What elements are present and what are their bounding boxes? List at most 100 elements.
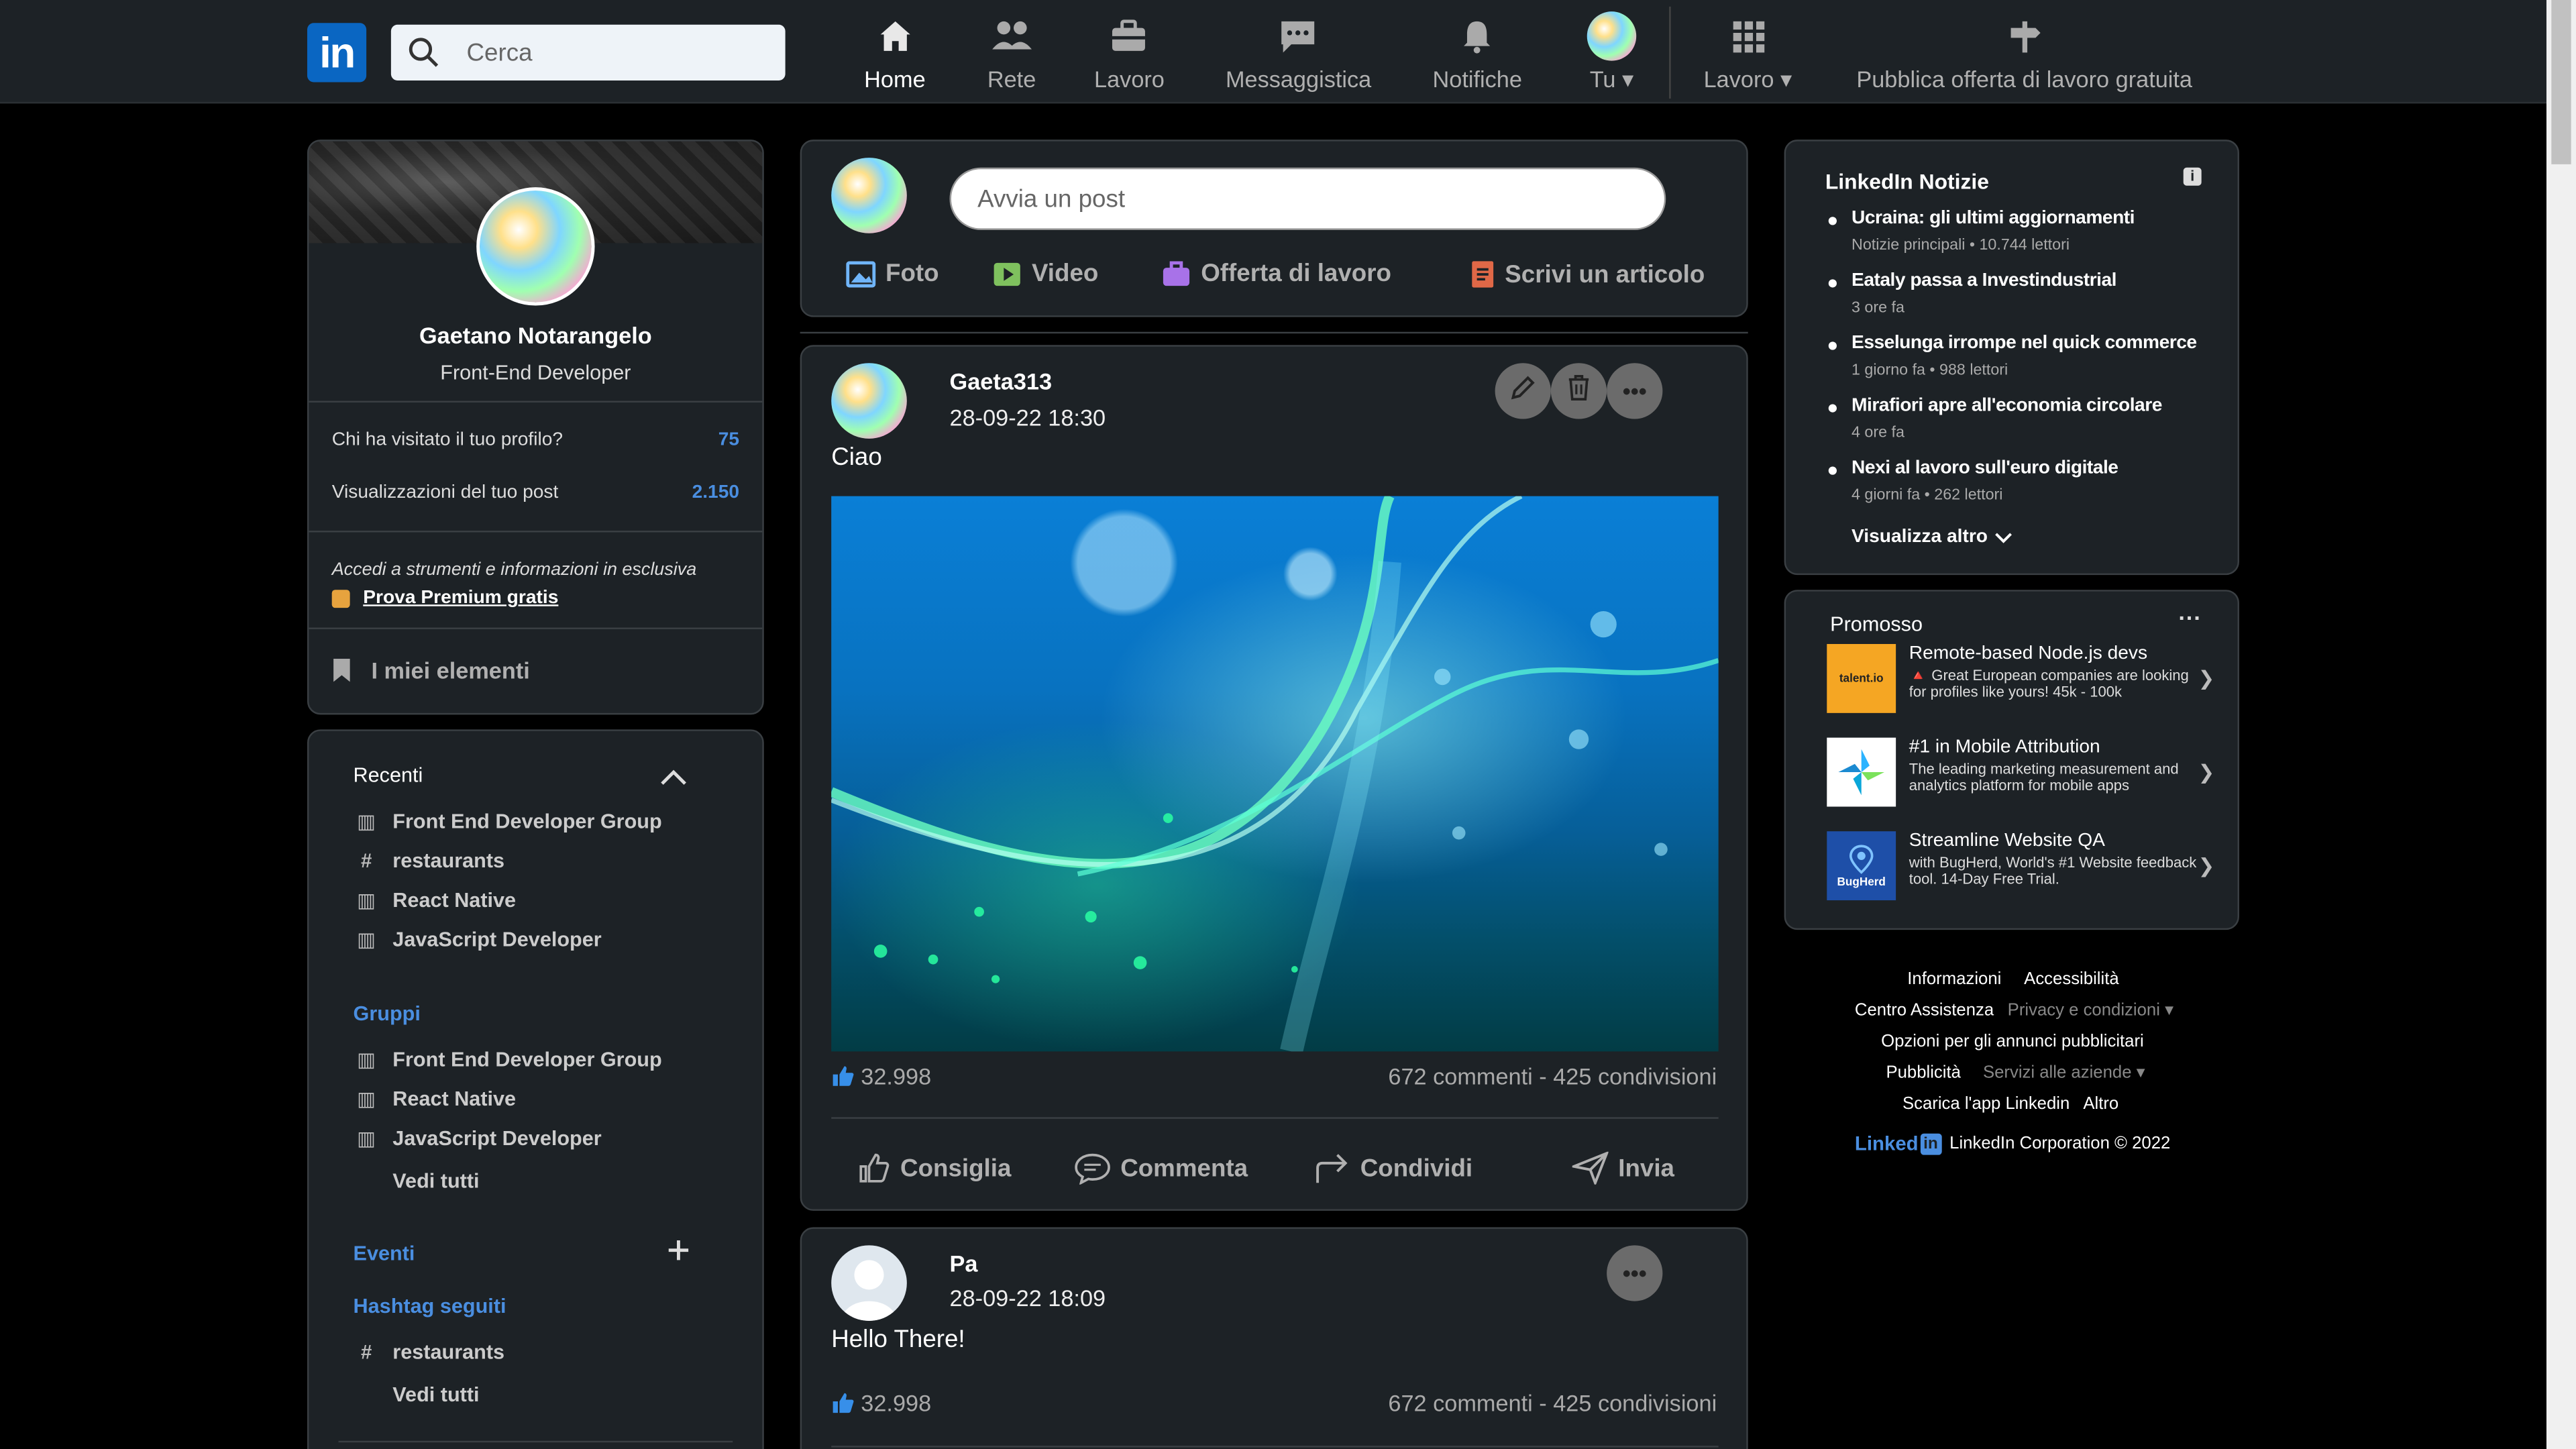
news-item[interactable]: Esselunga irrompe nel quick commerce 1 gi… bbox=[1828, 333, 2197, 380]
footer-link[interactable]: Opzioni per gli annunci pubblicitari bbox=[1881, 1032, 2144, 1051]
divider bbox=[338, 1440, 733, 1443]
news-item[interactable]: Mirafiori apre all'economia circolare 4 o… bbox=[1828, 396, 2162, 442]
chevron-right-icon: ❯ bbox=[2198, 854, 2215, 877]
post-author-avatar[interactable] bbox=[831, 1245, 907, 1321]
send-button[interactable]: Invia bbox=[1572, 1151, 1674, 1185]
see-all-hashtags[interactable]: Vedi tutti bbox=[392, 1383, 479, 1406]
info-icon[interactable]: i bbox=[2183, 167, 2202, 186]
promo-item-title: Streamline Website QA bbox=[1909, 831, 2105, 851]
thumbs-up-icon bbox=[831, 1065, 854, 1087]
search-input[interactable] bbox=[466, 38, 763, 67]
group-item[interactable]: ▥ Front End Developer Group bbox=[354, 1048, 661, 1071]
post-author-name[interactable]: Gaeta313 bbox=[950, 368, 1053, 394]
share-button[interactable]: Condividi bbox=[1314, 1152, 1472, 1185]
nav-post-job[interactable]: Pubblica offerta di lavoro gratuita bbox=[1856, 13, 2192, 95]
nav-network[interactable]: Rete bbox=[987, 13, 1036, 95]
chevron-up-icon[interactable] bbox=[660, 764, 686, 794]
hashtag-item-label: restaurants bbox=[392, 1340, 505, 1364]
footer-link[interactable]: Privacy e condizioni ▾ bbox=[2008, 1000, 2174, 1020]
bugherd-logo-text: BugHerd bbox=[1837, 876, 1886, 888]
footer-link[interactable]: Scarica l'app Linkedin bbox=[1902, 1094, 2070, 1114]
news-item[interactable]: Ucraina: gli ultimi aggiornamenti Notizie… bbox=[1828, 209, 2135, 255]
nav-messaging-label: Messaggistica bbox=[1225, 65, 1372, 93]
recent-item[interactable]: ▥ JavaScript Developer bbox=[354, 928, 602, 951]
more-options-button[interactable]: ••• bbox=[1607, 1245, 1663, 1301]
news-item[interactable]: Nexi al lavoro sull'euro digitale 4 giorn… bbox=[1828, 458, 2118, 504]
plus-icon[interactable] bbox=[667, 1239, 690, 1271]
nav-home[interactable]: Home bbox=[864, 13, 926, 95]
ellipsis-icon[interactable]: ··· bbox=[2178, 604, 2201, 631]
write-article-button[interactable]: Scrivi un articolo bbox=[1470, 260, 1705, 289]
nav-notifications[interactable]: Notifiche bbox=[1433, 13, 1522, 95]
post-comments-shares[interactable]: 672 commenti - 425 condivisioni bbox=[1388, 1063, 1717, 1089]
post-likes[interactable]: 32.998 bbox=[831, 1063, 931, 1089]
events-header[interactable]: Eventi bbox=[354, 1242, 415, 1265]
my-items-link[interactable]: I miei elementi bbox=[332, 657, 530, 684]
profile-name[interactable]: Gaetano Notarangelo bbox=[309, 322, 762, 348]
footer-link[interactable]: Accessibilità bbox=[2024, 969, 2119, 989]
footer-link[interactable]: Informazioni bbox=[1907, 969, 2001, 989]
stat-profile-views[interactable]: Chi ha visitato il tuo profilo? 75 bbox=[332, 431, 739, 450]
news-item[interactable]: Eataly passa a Investindustrial 3 ore fa bbox=[1828, 271, 2116, 317]
stat-value: 2.150 bbox=[692, 483, 740, 503]
footer-brand: Linked in LinkedIn Corporation © 2022 bbox=[1855, 1132, 2170, 1155]
delete-button[interactable] bbox=[1550, 363, 1607, 419]
group-item[interactable]: ▥ JavaScript Developer bbox=[354, 1127, 601, 1150]
video-button[interactable]: Video bbox=[992, 260, 1098, 288]
footer-link[interactable]: Centro Assistenza bbox=[1855, 1000, 1994, 1020]
footer-link[interactable]: Servizi alle aziende ▾ bbox=[1983, 1063, 2145, 1083]
like-button[interactable]: Consiglia bbox=[857, 1152, 1011, 1185]
profile-avatar[interactable] bbox=[476, 187, 595, 306]
recent-item[interactable]: # restaurants bbox=[354, 849, 504, 872]
scrollbar[interactable] bbox=[2546, 0, 2576, 1449]
comment-button[interactable]: Commenta bbox=[1075, 1152, 1248, 1185]
send-label: Invia bbox=[1618, 1154, 1674, 1183]
photo-button[interactable]: Foto bbox=[846, 260, 939, 288]
stat-label: Chi ha visitato il tuo profilo? bbox=[331, 430, 564, 451]
promo-item[interactable]: #1 in Mobile Attribution The leading mar… bbox=[1827, 737, 2214, 810]
stat-post-views[interactable]: Visualizzazioni del tuo post 2.150 bbox=[332, 483, 739, 502]
divider bbox=[309, 627, 763, 629]
scrollbar-thumb[interactable] bbox=[2551, 0, 2571, 164]
send-icon bbox=[1572, 1151, 1609, 1185]
talent-logo: talent.io bbox=[1827, 644, 1896, 713]
post-author-name[interactable]: Pa bbox=[950, 1250, 978, 1277]
post-comments-shares[interactable]: 672 commenti - 425 condivisioni bbox=[1388, 1390, 1717, 1416]
more-options-button[interactable]: ••• bbox=[1607, 363, 1663, 419]
post-likes[interactable]: 32.998 bbox=[831, 1390, 931, 1416]
premium-icon bbox=[331, 588, 350, 607]
see-more-button[interactable]: Visualizza altro bbox=[1851, 527, 2012, 547]
briefcase-icon bbox=[1110, 13, 1149, 60]
post-image[interactable] bbox=[831, 496, 1719, 1052]
nav-me[interactable]: Tu ▾ bbox=[1587, 11, 1637, 95]
see-all-groups[interactable]: Vedi tutti bbox=[392, 1170, 479, 1193]
group-icon: ▥ bbox=[357, 888, 376, 912]
start-post-button[interactable]: Avvia un post bbox=[949, 167, 1666, 230]
promo-item[interactable]: talent.io Remote-based Node.js devs 🔺 Gr… bbox=[1827, 644, 2214, 716]
nav-network-label: Rete bbox=[987, 65, 1036, 93]
hashtag-icon: # bbox=[360, 1340, 372, 1364]
footer-link[interactable]: Pubblicità bbox=[1886, 1063, 1961, 1083]
groups-header[interactable]: Gruppi bbox=[354, 1002, 421, 1025]
hashtags-header[interactable]: Hashtag seguiti bbox=[354, 1295, 506, 1318]
recent-item[interactable]: ▥ Front End Developer Group bbox=[354, 810, 661, 833]
linkedin-logo[interactable]: in bbox=[307, 23, 367, 83]
nav-jobs[interactable]: Lavoro bbox=[1094, 13, 1165, 95]
promo-item[interactable]: BugHerd Streamline Website QA with BugHe… bbox=[1827, 831, 2214, 904]
edit-button[interactable] bbox=[1495, 363, 1551, 419]
nav-messaging[interactable]: Messaggistica bbox=[1226, 13, 1371, 95]
search-box[interactable] bbox=[390, 24, 786, 81]
news-headline: Eataly passa a Investindustrial bbox=[1851, 271, 2116, 291]
recent-item-label: JavaScript Developer bbox=[392, 928, 602, 951]
group-icon: ▥ bbox=[357, 1127, 376, 1150]
premium-link[interactable]: Prova Premium gratis bbox=[331, 588, 558, 608]
job-offer-button[interactable]: Offerta di lavoro bbox=[1161, 260, 1391, 288]
post-date: 28-09-22 18:30 bbox=[949, 404, 1106, 431]
feed-divider bbox=[800, 331, 1748, 334]
nav-work-menu[interactable]: Lavoro ▾ bbox=[1704, 13, 1792, 95]
group-item[interactable]: ▥ React Native bbox=[354, 1087, 516, 1110]
hashtag-item[interactable]: # restaurants bbox=[354, 1340, 505, 1364]
post-author-avatar[interactable] bbox=[831, 363, 907, 439]
recent-item[interactable]: ▥ React Native bbox=[354, 888, 516, 912]
footer-link[interactable]: Altro bbox=[2083, 1094, 2118, 1114]
